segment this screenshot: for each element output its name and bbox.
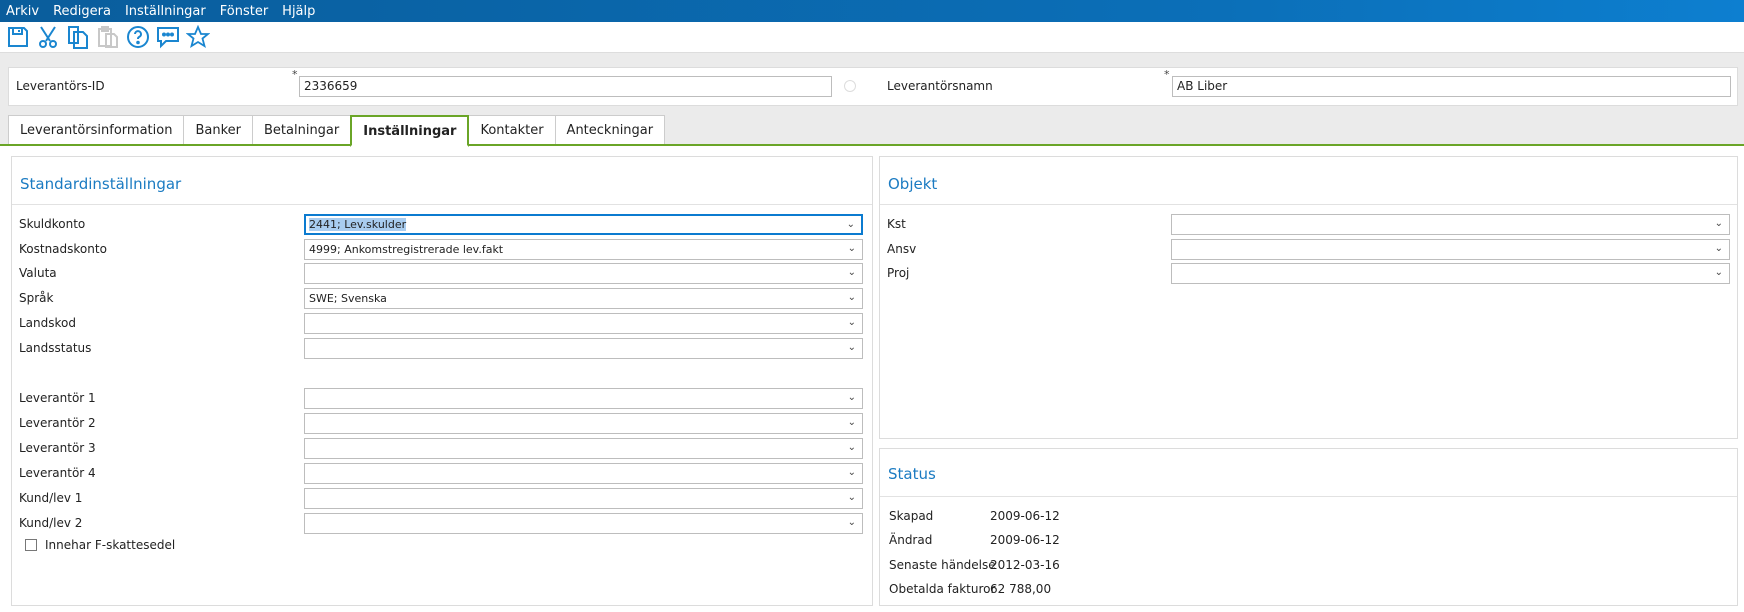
field-label: Leverantör 4 (19, 466, 96, 480)
field-label: Leverantör 3 (19, 441, 96, 455)
supplier-id-input[interactable]: 2336659 (299, 76, 832, 97)
linked-field-dropdown[interactable]: ⌄ (304, 413, 863, 434)
panel-title: Status (888, 465, 936, 483)
status-value: 2012-03-16 (990, 557, 1060, 572)
dropdown-value: 4999; Ankomstregistrerade lev.fakt (309, 242, 504, 256)
field-label: Leverantör 1 (19, 391, 96, 405)
status-value: 2009-06-12 (990, 533, 1060, 548)
objekt-field-dropdown[interactable]: ⌄ (1171, 263, 1730, 285)
linked-field-dropdown[interactable]: ⌄ (304, 463, 863, 484)
dropdown-value: SWE; Svenska (309, 292, 387, 306)
field-label: Proj (887, 266, 910, 281)
field-label: Kostnadskonto (19, 241, 107, 256)
f-tax-checkbox-label: Innehar F-skattesedel (45, 538, 176, 552)
menu-redigera[interactable]: Redigera (53, 4, 111, 19)
standard-field-dropdown[interactable]: ⌄ (304, 337, 863, 359)
favorite-icon[interactable] (186, 25, 210, 49)
field-label: Kst (887, 217, 906, 231)
chevron-down-icon[interactable]: ⌄ (848, 316, 856, 330)
status-label: Ändrad (889, 533, 933, 548)
status-label: Skapad (889, 509, 934, 523)
dropdown-value: 2441; Lev.skulder (309, 218, 407, 231)
field-label: Kund/lev 1 (19, 491, 83, 505)
tab-anteckningar[interactable]: Anteckningar (554, 115, 666, 145)
chevron-down-icon[interactable]: ⌄ (1715, 266, 1723, 280)
tab-kontakter[interactable]: Kontakter (468, 115, 556, 145)
supplier-header-panel: Leverantörs-ID * 2336659 Leverantörsnamn… (8, 67, 1738, 106)
standard-field-dropdown[interactable]: ⌄ (304, 263, 863, 285)
field-label: Språk (19, 291, 54, 306)
objekt-field-dropdown[interactable]: ⌄ (1171, 214, 1730, 235)
chevron-down-icon[interactable]: ⌄ (1715, 217, 1723, 231)
toolbar (0, 22, 1744, 53)
tab-bar: Leverantörsinformation Banker Betalninga… (8, 115, 666, 147)
chevron-down-icon[interactable]: ⌄ (848, 491, 856, 505)
chevron-down-icon[interactable]: ⌄ (848, 416, 856, 430)
supplier-name-label: Leverantörsnamn (887, 79, 993, 93)
linked-field-dropdown[interactable]: ⌄ (304, 513, 863, 534)
menu-hjalp[interactable]: Hjälp (282, 4, 315, 19)
tab-leverantorsinformation[interactable]: Leverantörsinformation (8, 115, 185, 145)
field-label: Ansv (887, 241, 917, 256)
panel-title: Objekt (888, 175, 938, 193)
tab-banker[interactable]: Banker (183, 115, 253, 145)
required-mark: * (1164, 68, 1170, 81)
field-label: Skuldkonto (19, 217, 86, 231)
tab-installningar[interactable]: Inställningar (350, 115, 470, 147)
standard-field-dropdown[interactable]: 2441; Lev.skulder ⌄ (304, 214, 863, 235)
chevron-down-icon[interactable]: ⌄ (847, 218, 855, 232)
chat-icon[interactable] (156, 25, 180, 49)
standard-field-dropdown[interactable]: SWE; Svenska ⌄ (304, 288, 863, 310)
paste-icon (98, 26, 118, 48)
chevron-down-icon[interactable]: ⌄ (848, 291, 856, 305)
supplier-name-input[interactable]: AB Liber (1172, 76, 1731, 97)
chevron-down-icon[interactable]: ⌄ (848, 341, 856, 355)
panel-title: Standardinställningar (20, 175, 182, 193)
status-label: Senaste händelse (889, 557, 996, 572)
chevron-down-icon[interactable]: ⌄ (848, 266, 856, 280)
menu-bar: Arkiv Redigera Inställningar Fönster Hjä… (0, 0, 1744, 22)
standard-field-dropdown[interactable]: ⌄ (304, 312, 863, 334)
divider (880, 204, 1737, 205)
field-label: Leverantör 2 (19, 416, 96, 430)
standard-field-dropdown[interactable]: 4999; Ankomstregistrerade lev.fakt ⌄ (304, 238, 863, 260)
save-icon[interactable] (6, 25, 30, 49)
tab-underline (0, 144, 1744, 146)
required-mark: * (292, 68, 298, 81)
status-label: Obetalda fakturor (889, 581, 996, 596)
cut-icon[interactable] (36, 25, 60, 49)
menu-arkiv[interactable]: Arkiv (6, 4, 39, 19)
chevron-down-icon[interactable]: ⌄ (1715, 242, 1723, 256)
f-tax-checkbox-row[interactable]: Innehar F-skattesedel (12, 538, 175, 552)
objekt-field-dropdown[interactable]: ⌄ (1171, 238, 1730, 260)
menu-installningar[interactable]: Inställningar (125, 4, 206, 19)
menu-fonster[interactable]: Fönster (220, 4, 268, 19)
chevron-down-icon[interactable]: ⌄ (848, 466, 856, 480)
help-icon[interactable] (126, 25, 150, 49)
status-panel: Status Skapad 2009-06-12 Ändrad 2009-06-12 S… (879, 448, 1738, 606)
standard-settings-panel: Standardinställningar Skuldkonto 2441; Le… (11, 156, 873, 606)
linked-field-dropdown[interactable]: ⌄ (304, 388, 863, 409)
chevron-down-icon[interactable]: ⌄ (848, 242, 856, 256)
f-tax-checkbox[interactable] (25, 539, 37, 551)
chevron-down-icon[interactable]: ⌄ (848, 391, 856, 405)
objekt-panel: Objekt Kst ⌄ Ansv ⌄ Proj ⌄ (879, 156, 1738, 439)
tab-betalningar[interactable]: Betalningar (252, 115, 352, 145)
chevron-down-icon[interactable]: ⌄ (848, 516, 856, 530)
lookup-circle-icon[interactable] (844, 80, 856, 92)
field-label: Valuta (19, 266, 57, 281)
divider (12, 204, 872, 205)
field-label: Kund/lev 2 (19, 516, 83, 530)
copy-icon[interactable] (66, 25, 90, 49)
field-label: Landsstatus (19, 340, 92, 355)
divider (880, 496, 1737, 497)
chevron-down-icon[interactable]: ⌄ (848, 441, 856, 455)
field-label: Landskod (19, 315, 76, 330)
supplier-id-label: Leverantörs-ID (16, 79, 105, 93)
linked-field-dropdown[interactable]: ⌄ (304, 488, 863, 509)
status-value: 62 788,00 (990, 581, 1052, 596)
status-value: 2009-06-12 (990, 509, 1060, 523)
linked-field-dropdown[interactable]: ⌄ (304, 438, 863, 459)
